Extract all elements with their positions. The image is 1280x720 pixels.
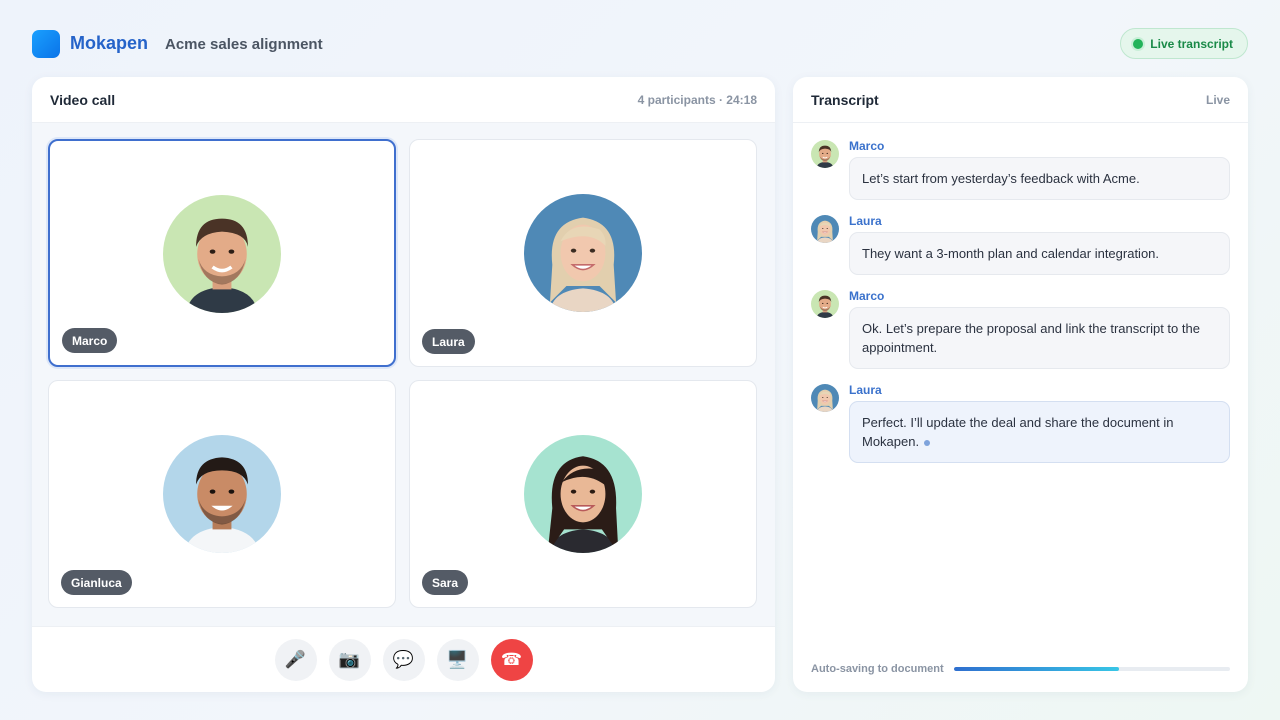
avatar bbox=[811, 140, 839, 168]
camera-icon: 📷 bbox=[338, 649, 361, 669]
transcript-message: Marco Ok. Let’s prepare the proposal and… bbox=[811, 289, 1230, 369]
transcript-panel-header: Transcript Live bbox=[793, 77, 1248, 123]
transcript-message: Laura Perfect. I’ll update the deal and … bbox=[811, 383, 1230, 463]
participant-tile-marco[interactable]: Marco bbox=[48, 139, 396, 367]
participant-video-sara bbox=[524, 435, 642, 553]
call-controls: 🎤 📷 💬 🖥️ ☎ bbox=[32, 626, 775, 692]
participant-tile-sara[interactable]: Sara bbox=[409, 380, 757, 608]
live-transcript-label: Live transcript bbox=[1150, 36, 1233, 51]
participant-name-tag: Sara bbox=[422, 570, 469, 595]
message-speaker: Marco bbox=[849, 289, 885, 303]
typing-indicator-icon bbox=[924, 439, 931, 446]
video-grid: Marco Laura Gianluca Sara bbox=[32, 123, 775, 626]
screen-share-button[interactable]: 🖥️ bbox=[436, 638, 479, 681]
microphone-button[interactable]: 🎤 bbox=[274, 638, 317, 681]
autosave-progress-bar bbox=[953, 667, 1230, 671]
participant-name-tag: Gianluca bbox=[61, 570, 132, 595]
autosave-progress-fill bbox=[953, 667, 1120, 671]
avatar bbox=[811, 215, 839, 243]
message-text: Ok. Let’s prepare the proposal and link … bbox=[849, 307, 1230, 369]
chat-icon: 💬 bbox=[392, 649, 415, 669]
participant-video-laura bbox=[524, 194, 642, 312]
message-speaker: Marco bbox=[849, 139, 885, 153]
call-meta: 4 participants · 24:18 bbox=[637, 92, 757, 107]
microphone-icon: 🎤 bbox=[284, 649, 307, 669]
video-panel-header: Video call 4 participants · 24:18 bbox=[32, 77, 775, 123]
message-text: Let’s start from yesterday’s feedback wi… bbox=[849, 157, 1230, 200]
participant-tile-laura[interactable]: Laura bbox=[409, 139, 757, 367]
video-panel-title: Video call bbox=[50, 91, 116, 108]
transcript-message: Laura They want a 3-month plan and calen… bbox=[811, 214, 1230, 275]
top-header: Mokapen Acme sales alignment Live transc… bbox=[32, 28, 1248, 60]
live-status-dot-icon bbox=[1133, 38, 1144, 49]
current-message-bubble: Perfect. I’ll update the deal and share … bbox=[849, 401, 1230, 463]
end-call-icon: ☎ bbox=[500, 649, 523, 669]
end-call-button[interactable]: ☎ bbox=[490, 638, 533, 681]
avatar bbox=[811, 290, 839, 318]
message-speaker: Laura bbox=[849, 383, 882, 397]
message-speaker: Laura bbox=[849, 214, 882, 228]
transcript-title: Transcript bbox=[811, 91, 879, 108]
camera-button[interactable]: 📷 bbox=[328, 638, 371, 681]
brand-logo-icon bbox=[32, 30, 60, 58]
avatar bbox=[811, 384, 839, 412]
participant-tile-gianluca[interactable]: Gianluca bbox=[48, 380, 396, 608]
transcript-status: Live bbox=[1205, 92, 1230, 107]
transcript-message: Marco Let’s start from yesterday’s feedb… bbox=[811, 139, 1230, 200]
brand-name: Mokapen bbox=[70, 33, 149, 53]
meeting-title: Acme sales alignment bbox=[165, 36, 323, 53]
video-call-panel: Video call 4 participants · 24:18 Marco … bbox=[32, 77, 775, 692]
participant-name-tag: Laura bbox=[422, 329, 475, 354]
participant-video-gianluca bbox=[163, 435, 281, 553]
screen-share-icon: 🖥️ bbox=[446, 649, 469, 669]
participant-name-tag: Marco bbox=[62, 328, 118, 353]
participant-video-marco bbox=[163, 195, 281, 313]
autosave-label: Auto-saving to document bbox=[811, 663, 944, 675]
transcript-messages: Marco Let’s start from yesterday’s feedb… bbox=[811, 139, 1230, 477]
transcript-panel: Transcript Live Marco Let’s start from y… bbox=[793, 77, 1248, 692]
live-transcript-badge[interactable]: Live transcript bbox=[1120, 28, 1248, 59]
chat-button[interactable]: 💬 bbox=[382, 638, 425, 681]
message-text: Perfect. I’ll update the deal and share … bbox=[862, 415, 1174, 449]
message-text: They want a 3-month plan and calendar in… bbox=[849, 232, 1230, 275]
autosave-status: Auto-saving to document bbox=[811, 662, 1230, 676]
